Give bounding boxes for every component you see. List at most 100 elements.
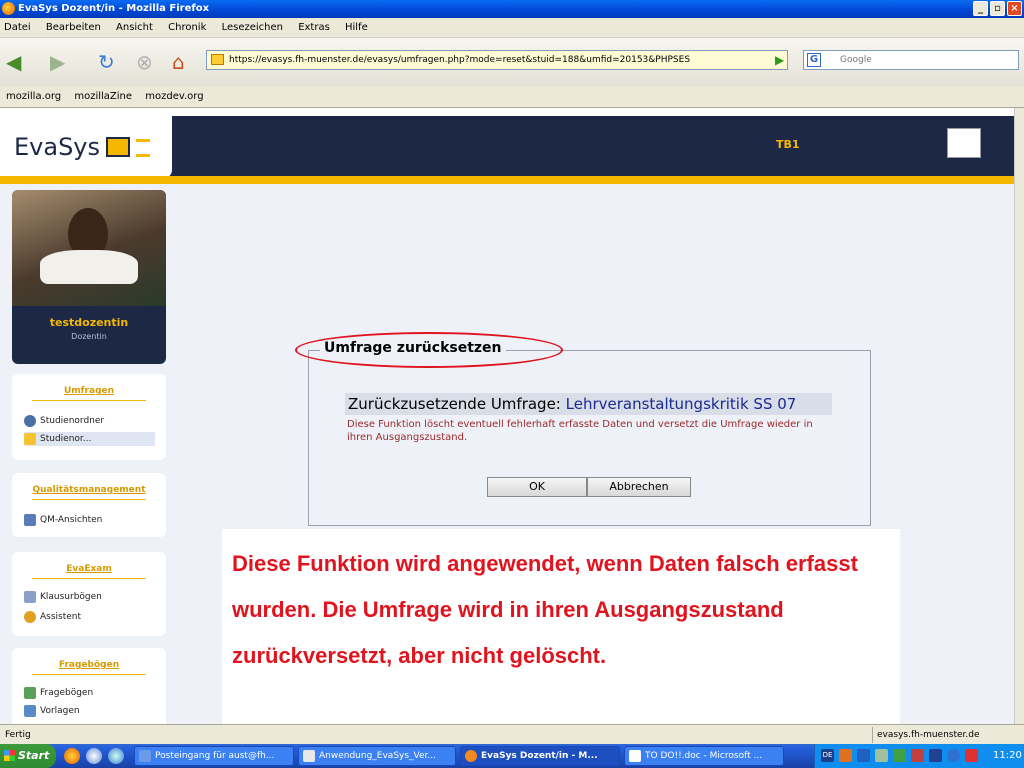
institution-logo-icon	[947, 128, 981, 158]
thunderbird-quicklaunch-icon[interactable]	[86, 748, 102, 764]
firefox-icon	[465, 750, 477, 762]
sidebar-heading-umfragen[interactable]: Umfragen	[12, 386, 166, 396]
security-icon[interactable]	[911, 749, 924, 762]
ie-quicklaunch-icon[interactable]	[108, 748, 124, 764]
checklist-icon	[24, 514, 36, 526]
firefox-quicklaunch-icon[interactable]	[64, 748, 80, 764]
menu-ansicht[interactable]: Ansicht	[116, 22, 153, 33]
task-evasys[interactable]: EvaSys Dozent/in - M...	[460, 746, 620, 766]
task-label: EvaSys Dozent/in - M...	[481, 751, 598, 761]
sidebar-item-label: Studienordner	[40, 416, 105, 426]
sidebar-qm: Qualitätsmanagement QM-Ansichten	[12, 473, 166, 537]
bookmark-mozillazine[interactable]: mozillaZine	[74, 91, 132, 102]
mail-icon	[139, 750, 151, 762]
template-icon	[24, 705, 36, 717]
stop-icon[interactable]: ⊗	[136, 38, 153, 86]
sidebar-heading-frageboegen[interactable]: Fragebögen	[12, 660, 166, 670]
minimize-button[interactable]: _	[973, 1, 988, 16]
go-icon[interactable]: ▶	[775, 53, 789, 67]
address-url: https://evasys.fh-muenster.de/evasys/umf…	[229, 55, 691, 65]
search-placeholder: Google	[840, 55, 872, 65]
task-posteingang[interactable]: Posteingang für aust@fh...	[134, 746, 294, 766]
antivirus-icon[interactable]	[893, 749, 906, 762]
header-divider	[0, 176, 1014, 184]
sidebar-item-klausurboegen[interactable]: Klausurbögen	[24, 590, 102, 604]
windows-logo-icon	[4, 750, 15, 761]
menu-extras[interactable]: Extras	[298, 22, 330, 33]
sidebar-item-studienor[interactable]: Studienor...	[24, 432, 155, 446]
bookmark-mozilla-org[interactable]: mozilla.org	[6, 91, 61, 102]
language-indicator[interactable]: DE	[821, 749, 834, 762]
status-text: Fertig	[5, 730, 31, 740]
sidebar-item-label: Studienor...	[40, 434, 92, 444]
firefox-icon	[2, 2, 15, 15]
search-input[interactable]: G Google	[803, 50, 1019, 70]
start-button[interactable]: Start	[0, 744, 56, 768]
network-icon[interactable]	[875, 749, 888, 762]
status-host: evasys.fh-muenster.de	[872, 727, 1022, 743]
sidebar-item-vorlagen[interactable]: Vorlagen	[24, 704, 80, 718]
header-center-label: TB1	[776, 138, 800, 151]
task-anwendung[interactable]: Anwendung_EvaSys_Ver...	[298, 746, 456, 766]
media-icon[interactable]	[857, 749, 870, 762]
window-title: EvaSys Dozent/in - Mozilla Firefox	[18, 3, 210, 14]
bookmark-mozdev-org[interactable]: mozdev.org	[145, 91, 203, 102]
logo-check-icon	[106, 137, 131, 157]
menu-lesezeichen[interactable]: Lesezeichen	[222, 22, 283, 33]
form-icon	[24, 687, 36, 699]
logo-lines-icon	[136, 139, 151, 157]
close-button[interactable]: ×	[1007, 1, 1022, 16]
menu-datei[interactable]: Datei	[4, 22, 31, 33]
bookmarks-bar: mozilla.org mozillaZine mozdev.org	[0, 86, 1024, 108]
sidebar-heading-line	[32, 400, 146, 401]
annotation-text: Diese Funktion wird angewendet, wenn Dat…	[232, 551, 858, 668]
sidebar-heading-line	[32, 499, 146, 500]
sidebar-evaexam: EvaExam Klausurbögen Assistent	[12, 552, 166, 636]
evasys-logo[interactable]: EvaSys	[0, 116, 172, 178]
user-role: Dozentin	[71, 332, 107, 341]
address-bar[interactable]: https://evasys.fh-muenster.de/evasys/umf…	[206, 50, 788, 70]
back-icon[interactable]: ◀	[6, 38, 21, 86]
sidebar-item-label: Klausurbögen	[40, 592, 102, 602]
word-icon	[629, 750, 641, 762]
maximize-button[interactable]: ▫	[990, 1, 1005, 16]
survey-name: Lehrveranstaltungskritik SS 07	[565, 395, 797, 413]
clock: 11:20	[993, 750, 1022, 761]
sidebar-item-label: QM-Ansichten	[40, 515, 103, 525]
reload-icon[interactable]: ↻	[98, 38, 115, 86]
java-icon[interactable]	[839, 749, 852, 762]
cancel-button[interactable]: Abbrechen	[587, 477, 691, 497]
task-label: Posteingang für aust@fh...	[155, 751, 275, 761]
survey-label: Zurückzusetzende Umfrage:	[348, 395, 561, 413]
menu-hilfe[interactable]: Hilfe	[345, 22, 368, 33]
status-bar: Fertig evasys.fh-muenster.de	[0, 724, 1024, 744]
survey-row: Zurückzusetzende Umfrage: Lehrveranstalt…	[345, 393, 832, 415]
alert-icon[interactable]	[965, 749, 978, 762]
sidebar-heading-evaexam[interactable]: EvaExam	[12, 564, 166, 574]
sidebar-heading-qm[interactable]: Qualitätsmanagement	[12, 485, 166, 495]
forward-icon[interactable]: ▶	[50, 38, 65, 86]
sidebar-item-studienordner[interactable]: Studienordner	[24, 414, 104, 428]
logo-text: EvaSys	[14, 133, 101, 161]
document-icon	[24, 591, 36, 603]
vertical-scrollbar[interactable]	[1014, 108, 1024, 724]
task-todo-doc[interactable]: TO DO!!.doc - Microsoft ...	[624, 746, 784, 766]
checkbox-icon[interactable]	[929, 749, 942, 762]
sidebar-item-frageboegen[interactable]: Fragebögen	[24, 686, 93, 700]
search-engine-icon[interactable]: G	[807, 53, 821, 67]
title-bar: EvaSys Dozent/in - Mozilla Firefox _ ▫ ×	[0, 0, 1024, 18]
wizard-icon	[24, 611, 36, 623]
highlight-oval	[295, 332, 563, 368]
ok-button[interactable]: OK	[487, 477, 587, 497]
sidebar-item-qm-ansichten[interactable]: QM-Ansichten	[24, 513, 102, 527]
menu-chronik[interactable]: Chronik	[168, 22, 206, 33]
system-tray: DE 11:20	[814, 744, 1024, 768]
presentation-icon	[303, 750, 315, 762]
sidebar-item-assistent[interactable]: Assistent	[24, 610, 81, 624]
update-icon[interactable]	[947, 749, 960, 762]
start-label: Start	[18, 749, 50, 762]
menu-bearbeiten[interactable]: Bearbeiten	[46, 22, 101, 33]
home-icon[interactable]: ⌂	[172, 38, 185, 86]
user-profile: testdozentin Dozentin	[12, 190, 166, 364]
menu-bar: Datei Bearbeiten Ansicht Chronik Lesezei…	[0, 18, 1024, 38]
